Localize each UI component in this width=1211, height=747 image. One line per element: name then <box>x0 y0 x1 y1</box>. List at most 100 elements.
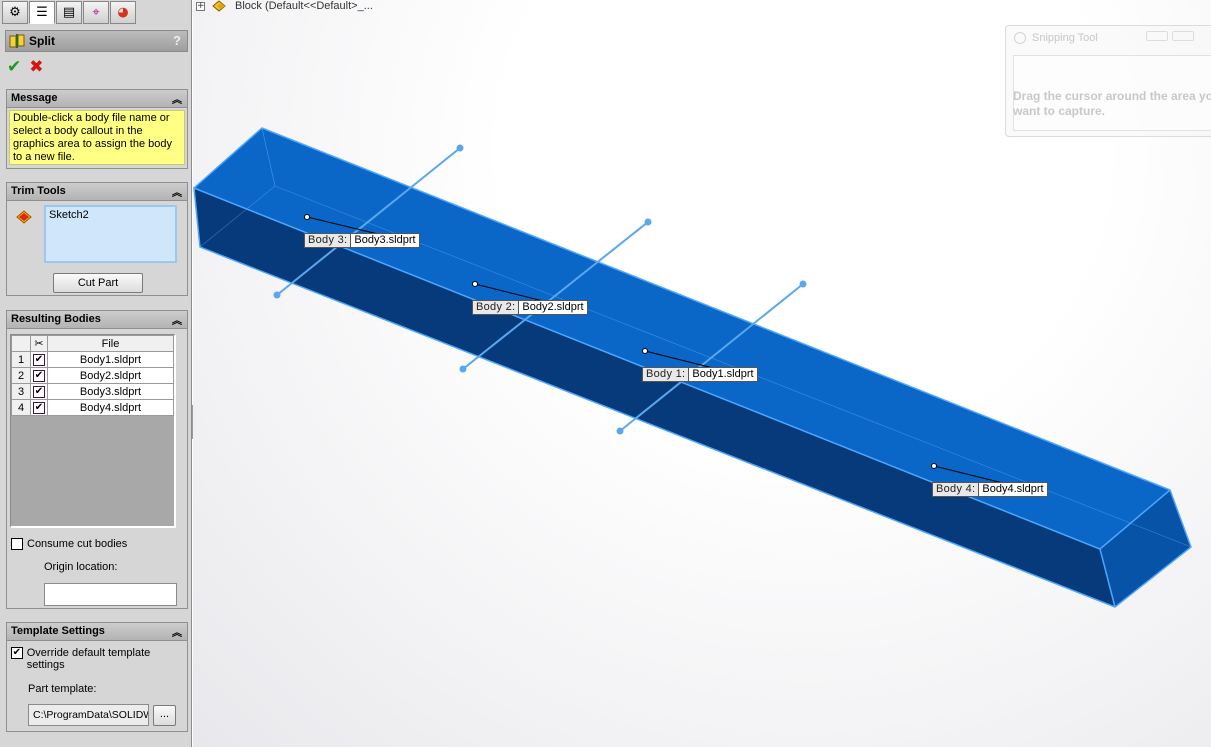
sketch-endpoint <box>459 365 467 373</box>
body-callout[interactable]: Body 2: Body2.sldprt <box>472 300 588 315</box>
callout-file-name[interactable]: Body3.sldprt <box>351 234 418 247</box>
trim-tools-selection-box[interactable]: Sketch2 <box>44 205 177 263</box>
body-file-name[interactable]: Body2.sldprt <box>47 367 174 384</box>
leader-anchor <box>472 281 478 287</box>
collapse-icon[interactable]: ︽ <box>172 624 182 639</box>
include-column-header[interactable]: ✂ <box>30 335 48 352</box>
ok-button[interactable]: ✔ <box>7 57 21 77</box>
message-group-header[interactable]: Message ︽ <box>7 90 187 108</box>
snipping-tool-instructions: Drag the cursor around the area you want… <box>1013 89 1211 118</box>
collapse-icon[interactable]: ︽ <box>172 91 182 106</box>
callout-file-name[interactable]: Body2.sldprt <box>519 301 586 314</box>
resulting-bodies-group-title: Resulting Bodies <box>11 313 101 325</box>
include-checkbox-cell[interactable]: ✔ <box>30 351 48 368</box>
callout-body-name: Body 1: <box>643 368 690 381</box>
row-number: 1 <box>11 351 31 368</box>
cancel-button[interactable]: ✖ <box>29 57 43 77</box>
cut-part-button[interactable]: Cut Part <box>53 273 143 293</box>
snipping-tool-icon <box>1014 32 1026 44</box>
template-settings-group-header[interactable]: Template Settings ︽ <box>7 623 187 641</box>
dimxpert-manager-tab[interactable]: ⌖ <box>83 1 109 24</box>
trim-tool-item[interactable]: Sketch2 <box>49 209 172 221</box>
property-manager-tab[interactable]: ☰ <box>29 1 55 24</box>
close-button[interactable] <box>1172 31 1194 41</box>
include-checkbox-cell[interactable]: ✔ <box>30 399 48 416</box>
body-file-name[interactable]: Body1.sldprt <box>47 351 174 368</box>
leader-anchor <box>304 214 310 220</box>
leader-anchor <box>642 348 648 354</box>
configuration-manager-icon: ▤ <box>62 5 76 20</box>
body-callout[interactable]: Body 4: Body4.sldprt <box>932 482 1048 497</box>
graphics-area[interactable]: + Block (Default<<Default>_... Body 3: B… <box>193 0 1211 747</box>
body-file-name[interactable]: Body4.sldprt <box>47 399 174 416</box>
part-template-path-field[interactable]: C:\ProgramData\SOLIDWORKS <box>28 704 149 726</box>
consume-cut-bodies-option[interactable]: Consume cut bodies <box>11 538 127 550</box>
include-checkbox-cell[interactable]: ✔ <box>30 367 48 384</box>
feature-manager-tab[interactable]: ⚙ <box>2 1 28 24</box>
resulting-bodies-group: Resulting Bodies ︽ ✂ File 1 ✔ Body1.sldp… <box>6 310 188 609</box>
include-checkbox[interactable]: ✔ <box>33 386 45 398</box>
collapse-icon[interactable]: ︽ <box>172 312 182 327</box>
sketch-endpoint <box>616 427 624 435</box>
table-row[interactable]: 3 ✔ Body3.sldprt <box>11 383 174 400</box>
body-file-name[interactable]: Body3.sldprt <box>47 383 174 400</box>
override-template-checkbox[interactable]: ✔ <box>11 647 23 659</box>
row-number: 3 <box>11 383 31 400</box>
table-row[interactable]: 1 ✔ Body1.sldprt <box>11 351 174 368</box>
display-manager-tab[interactable]: ◕ <box>110 1 136 24</box>
table-row[interactable]: 2 ✔ Body2.sldprt <box>11 367 174 384</box>
property-manager-panel: ⚙ ☰ ▤ ⌖ ◕ Split ? ✔ ✖ Message ︽ Double-c… <box>0 0 192 747</box>
feature-manager-icon: ⚙ <box>9 5 21 20</box>
file-column-header: File <box>47 335 174 352</box>
callout-body-name: Body 2: <box>473 301 520 314</box>
minimize-button[interactable] <box>1146 31 1168 41</box>
message-group: Message ︽ Double-click a body file name … <box>6 89 188 169</box>
snipping-tool-title-bar: Snipping Tool <box>1014 32 1098 44</box>
resulting-bodies-group-header[interactable]: Resulting Bodies ︽ <box>7 311 187 329</box>
resulting-bodies-table-container: ✂ File 1 ✔ Body1.sldprt 2 ✔ Body2.sldprt… <box>10 334 176 528</box>
consume-cut-bodies-checkbox[interactable] <box>11 538 23 550</box>
table-header-row: ✂ File <box>11 335 174 352</box>
snipping-tool-window[interactable]: Snipping Tool Drag the cursor around the… <box>1005 25 1211 137</box>
help-icon[interactable]: ? <box>173 33 181 48</box>
origin-location-field[interactable] <box>44 583 177 606</box>
include-checkbox[interactable]: ✔ <box>33 354 45 366</box>
snipping-tool-title: Snipping Tool <box>1032 32 1098 44</box>
split-feature-icon <box>9 34 25 48</box>
callout-body-name: Body 3: <box>305 234 352 247</box>
callout-file-name[interactable]: Body1.sldprt <box>689 368 756 381</box>
page-title: Split <box>29 34 55 48</box>
row-number: 2 <box>11 367 31 384</box>
include-checkbox[interactable]: ✔ <box>33 402 45 414</box>
leader-anchor <box>931 463 937 469</box>
resulting-bodies-table: ✂ File 1 ✔ Body1.sldprt 2 ✔ Body2.sldprt… <box>11 335 174 416</box>
display-manager-icon: ◕ <box>117 5 129 20</box>
message-text: Double-click a body file name or select … <box>9 110 185 165</box>
row-number: 4 <box>11 399 31 416</box>
callout-file-name[interactable]: Body4.sldprt <box>979 483 1046 496</box>
table-row[interactable]: 4 ✔ Body4.sldprt <box>11 399 174 416</box>
trim-tool-selection-icon <box>16 210 32 224</box>
template-settings-group-title: Template Settings <box>11 625 105 637</box>
body-callout[interactable]: Body 3: Body3.sldprt <box>304 233 420 248</box>
configuration-manager-tab[interactable]: ▤ <box>56 1 82 24</box>
origin-location-label: Origin location: <box>44 561 118 573</box>
scissors-icon: ✂ <box>34 337 44 350</box>
message-group-title: Message <box>11 92 58 104</box>
trim-tools-group-header[interactable]: Trim Tools ︽ <box>7 183 187 201</box>
trim-tools-group-title: Trim Tools <box>11 185 66 197</box>
manager-tabs: ⚙ ☰ ▤ ⌖ ◕ <box>2 1 136 25</box>
template-settings-group: Template Settings ︽ ✔ Override default t… <box>6 622 188 732</box>
sketch-endpoint <box>799 280 807 288</box>
body-callout[interactable]: Body 1: Body1.sldprt <box>642 367 758 382</box>
consume-cut-bodies-label: Consume cut bodies <box>27 538 128 550</box>
override-template-option[interactable]: ✔ Override default template settings <box>11 647 187 671</box>
browse-button[interactable]: ... <box>153 705 176 726</box>
ok-cancel-bar: ✔ ✖ <box>7 57 44 77</box>
collapse-icon[interactable]: ︽ <box>172 184 182 199</box>
include-checkbox-cell[interactable]: ✔ <box>30 383 48 400</box>
property-manager-title-bar: Split ? <box>5 30 188 52</box>
trim-tools-group: Trim Tools ︽ Sketch2 Cut Part <box>6 182 188 296</box>
override-template-label: Override default template settings <box>26 647 151 671</box>
include-checkbox[interactable]: ✔ <box>33 370 45 382</box>
